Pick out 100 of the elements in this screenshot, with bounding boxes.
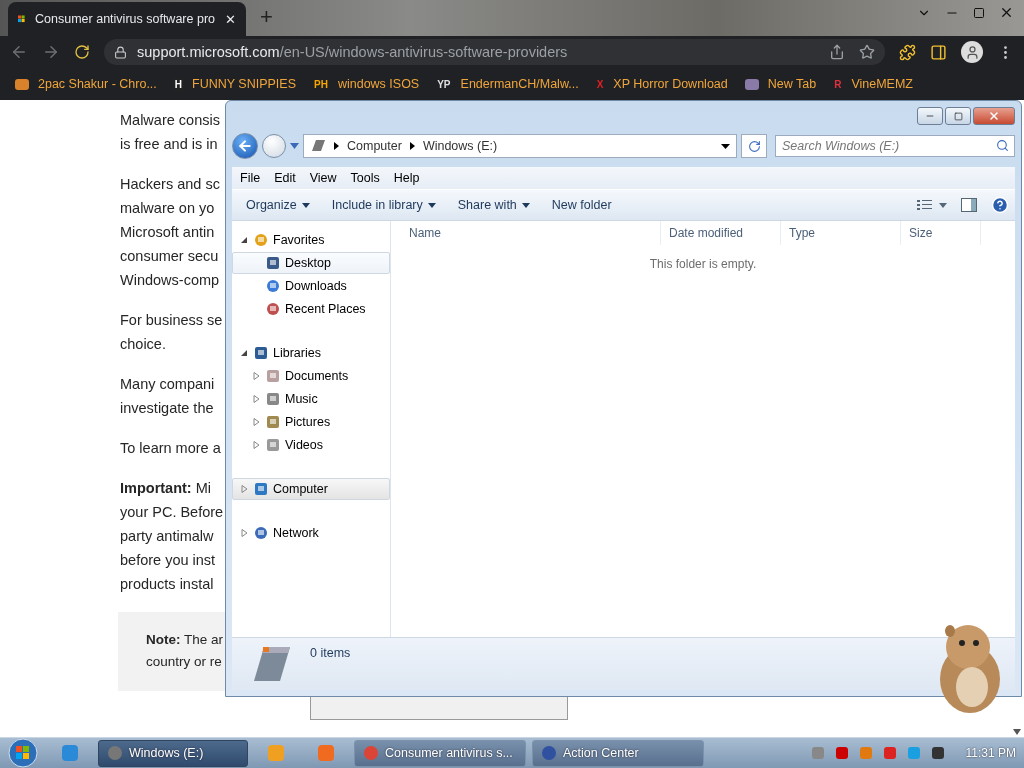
column-header[interactable]: Type (781, 221, 901, 245)
collapsed-arrow-icon (241, 485, 248, 493)
side-panel-icon[interactable] (930, 43, 947, 61)
dropdown-caret-icon (427, 202, 436, 208)
paragraph-line: before you inst (120, 551, 216, 570)
toolbar-button[interactable]: Include in library (323, 195, 444, 215)
paragraph-line: For business se (120, 311, 223, 330)
nav-item[interactable]: Desktop (232, 252, 390, 274)
bookmark[interactable]: PH windows ISOS (312, 77, 420, 91)
bookmark[interactable]: H FUNNY SNIPPIES (172, 77, 296, 91)
bookmark-star-icon[interactable] (859, 44, 875, 60)
bookmark-logo-icon: X (594, 77, 606, 91)
nav-item[interactable]: Pictures (232, 411, 390, 433)
menu-item[interactable]: Edit (268, 169, 302, 187)
collapsed-arrow-icon (253, 395, 260, 403)
chevron-icon (409, 142, 415, 150)
paragraph-line: Hackers and sc (120, 175, 220, 194)
paragraph-line: Microsoft antin (120, 223, 215, 242)
nav-item[interactable]: Recent Places (232, 298, 390, 320)
restore-icon[interactable] (973, 6, 985, 19)
browser-tab[interactable]: Consumer antivirus software pro ✕ (8, 2, 246, 36)
forward-button[interactable] (262, 134, 286, 158)
tab-title: Consumer antivirus software pro (35, 12, 215, 26)
expanded-arrow-icon (241, 349, 248, 357)
close-button[interactable] (973, 107, 1015, 125)
recent-pages-icon[interactable] (290, 143, 299, 149)
paragraph-line: products instal (120, 575, 214, 594)
menu-item[interactable]: Help (387, 169, 426, 187)
nav-item[interactable]: Network (232, 522, 390, 544)
lock-icon (114, 45, 127, 59)
bookmark-logo-icon: H (172, 77, 185, 91)
back-button[interactable] (232, 133, 258, 159)
taskbar-button[interactable]: Action Center (532, 739, 704, 767)
nav-item[interactable]: Documents (232, 365, 390, 387)
toolbar-button[interactable]: Share with (449, 195, 538, 215)
share-icon[interactable] (829, 44, 845, 60)
expanded-arrow-icon (241, 236, 248, 244)
bookmark[interactable]: R VineMEMZ (832, 77, 913, 91)
bookmark[interactable]: 2pac Shakur - Chro... (14, 76, 157, 92)
menu-item[interactable]: Tools (344, 169, 386, 187)
new-tab-button[interactable]: + (260, 4, 273, 30)
back-icon[interactable] (10, 43, 28, 61)
refresh-button[interactable] (741, 134, 767, 158)
column-header[interactable]: Date modified (661, 221, 781, 245)
item-count: 0 items (310, 646, 351, 660)
toolbar-button[interactable]: Organize (238, 195, 318, 215)
minimize-button[interactable] (917, 107, 943, 125)
close-icon[interactable] (999, 5, 1014, 20)
nav-item[interactable]: Computer (232, 478, 390, 500)
collapsed-arrow-icon (253, 372, 260, 380)
toolbar-button[interactable]: New folder (543, 195, 620, 215)
search-icon (996, 139, 1009, 152)
view-options-icon[interactable] (917, 199, 947, 211)
taskbar-button[interactable]: Windows (E:) (98, 739, 248, 767)
address-bar[interactable]: support.microsoft.com/en-US/windows-antivirus-software-providers (104, 39, 885, 65)
nav-item[interactable]: Music (232, 388, 390, 410)
tab-close-button[interactable]: ✕ (225, 11, 236, 27)
empty-folder-message: This folder is empty. (648, 257, 758, 271)
tray-icon[interactable] (833, 745, 850, 761)
paragraph-line: Many compani (120, 375, 215, 394)
bookmark[interactable]: X XP Horror Download (594, 77, 728, 91)
nav-item[interactable]: Libraries (232, 342, 390, 364)
nav-item[interactable]: Downloads (232, 275, 390, 297)
menu-item[interactable]: File (234, 169, 267, 187)
note-line: country or re (146, 653, 222, 671)
reload-icon[interactable] (74, 44, 90, 60)
clock: 11:31 PM (965, 746, 1016, 760)
preview-pane-icon[interactable] (961, 198, 977, 212)
breadcrumb-item[interactable]: Windows (E:) (422, 139, 498, 153)
search-field[interactable]: Search Windows (E:) (775, 135, 1015, 157)
maximize-icon (953, 111, 963, 121)
scroll-down-icon[interactable] (1013, 729, 1021, 735)
profile-icon[interactable] (961, 41, 983, 63)
bookmark[interactable]: YP EndermanCH/Malw... (435, 77, 579, 91)
paragraph-line: Malware consis (120, 111, 220, 130)
taskbar-button[interactable]: Consumer antivirus s... (354, 739, 526, 767)
collapsed-arrow-icon (241, 529, 248, 537)
nav-item[interactable]: Favorites (232, 229, 390, 251)
bookmark[interactable]: New Tab (743, 76, 817, 92)
column-header[interactable]: Size (901, 221, 981, 245)
close-icon (988, 110, 1000, 122)
chevron-icon (334, 142, 339, 150)
bookmark-logo-icon: YP (435, 77, 453, 91)
history-dropdown-icon[interactable] (721, 143, 730, 149)
tray-icon[interactable] (929, 745, 946, 761)
dropdown-caret-icon (521, 202, 530, 208)
paragraph-line: Windows-comp (120, 271, 220, 290)
note-line: Note: The ar (146, 631, 224, 649)
breadcrumb-item[interactable]: Computer (347, 139, 402, 153)
nav-item[interactable]: Videos (232, 434, 390, 456)
maximize-button[interactable] (945, 107, 971, 125)
menu-item[interactable]: View (303, 169, 343, 187)
forward-icon[interactable] (42, 43, 60, 61)
help-icon[interactable] (991, 196, 1009, 214)
paragraph-line: choice. (120, 335, 166, 354)
paragraph-line: Important: Mi (120, 479, 212, 498)
extensions-icon[interactable] (899, 43, 916, 61)
breadcrumb-bar[interactable]: Computer Windows (E:) (303, 134, 737, 158)
collapsed-arrow-icon (253, 418, 260, 426)
column-header[interactable]: Name (401, 221, 661, 245)
